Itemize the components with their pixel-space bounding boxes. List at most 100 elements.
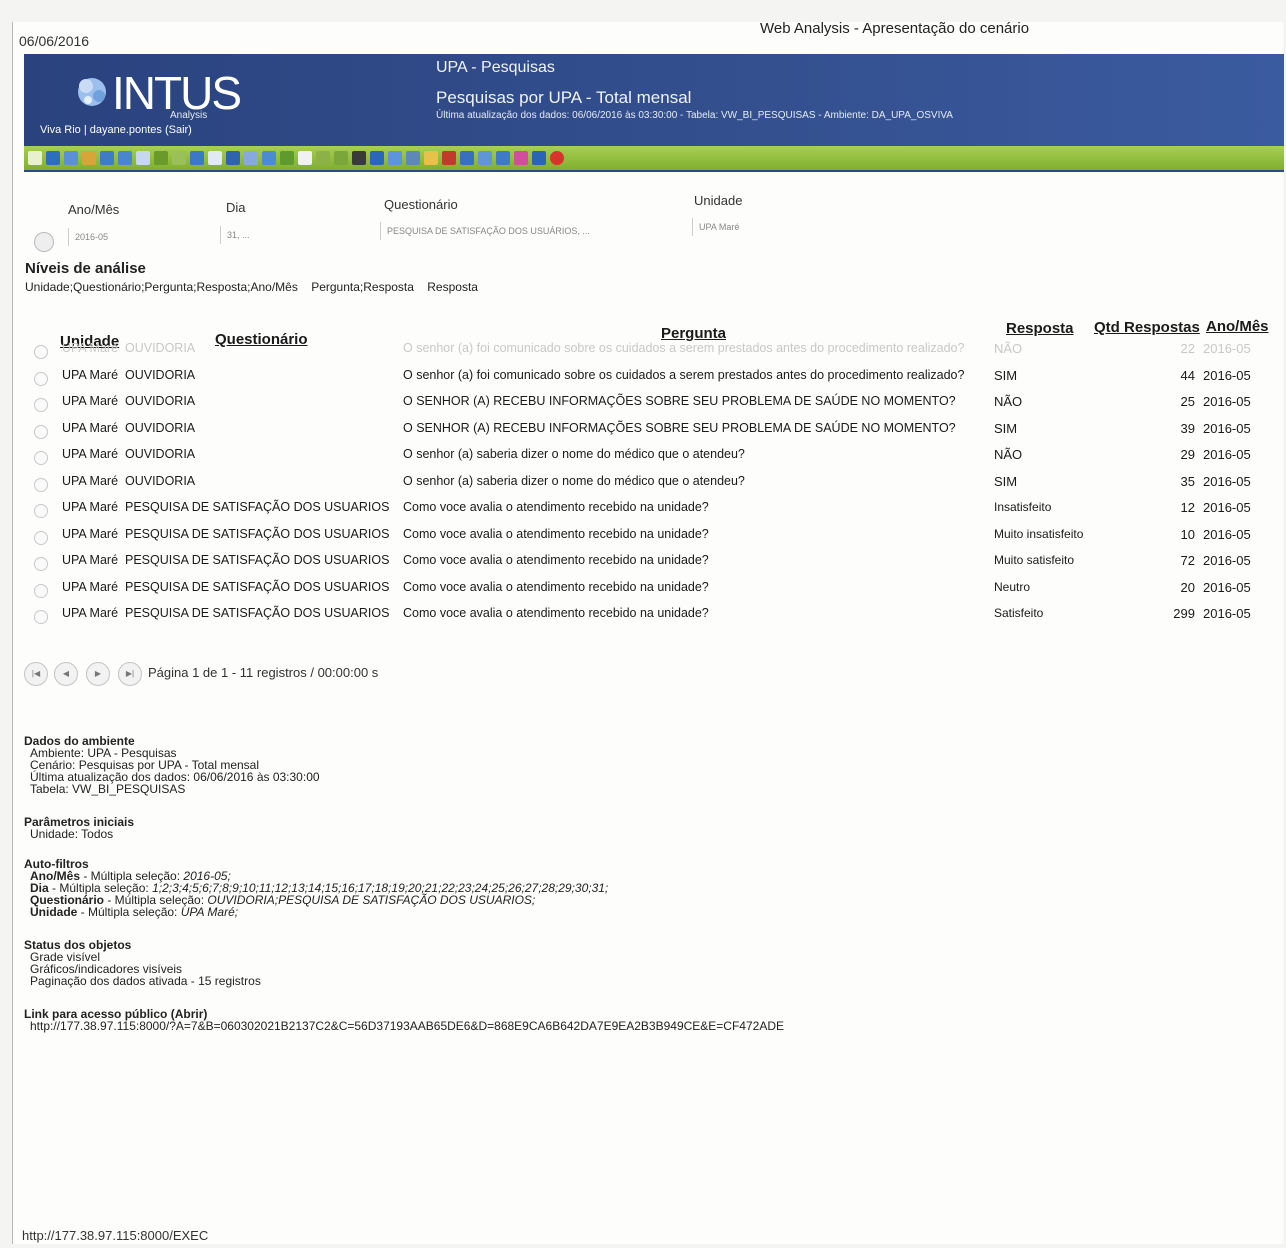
row-select-radio[interactable] — [34, 531, 48, 545]
formula-icon[interactable] — [352, 151, 366, 165]
columns-icon[interactable] — [226, 151, 240, 165]
logo-mark-icon — [78, 78, 106, 106]
previous-page-button[interactable]: ◀ — [54, 662, 78, 686]
column-header-ano-mes[interactable]: Ano/Mês — [1206, 318, 1269, 335]
cell-qtd: 299 — [1173, 606, 1195, 621]
table-row[interactable]: UPA Maré OUVIDORIA O senhor (a) foi comuni… — [34, 368, 1264, 394]
cell-unidade: UPA Maré — [62, 527, 119, 541]
save-icon[interactable] — [460, 151, 474, 165]
cell-anomes: 2016-05 — [1203, 553, 1251, 568]
globe-icon[interactable] — [406, 151, 420, 165]
cell-anomes: 2016-05 — [1203, 394, 1251, 409]
row-select-radio[interactable] — [34, 584, 48, 598]
cell-pergunta: O SENHOR (A) RECEBU INFORMAÇÕES SOBRE SE… — [403, 394, 956, 408]
table-row[interactable]: UPA Maré PESQUISA DE SATISFAÇÃO DOS USUAR… — [34, 580, 1264, 606]
filter-questionario-value[interactable]: PESQUISA DE SATISFAÇÃO DOS USUÁRIOS, ... — [380, 222, 637, 240]
auto-filters: Auto-filtros Ano/Mês - Múltipla seleção:… — [24, 858, 608, 918]
print-icon[interactable] — [496, 151, 510, 165]
pin-icon[interactable] — [442, 151, 456, 165]
calc-icon[interactable] — [280, 151, 294, 165]
row-select-radio[interactable] — [34, 557, 48, 571]
rows-icon[interactable] — [244, 151, 258, 165]
column-add-icon[interactable] — [316, 151, 330, 165]
home-icon[interactable] — [28, 151, 42, 165]
grid-edit-icon[interactable] — [118, 151, 132, 165]
environment-info: Dados do ambiente Ambiente: UPA - Pesqui… — [24, 735, 320, 795]
filter-label-questionario: Questionário — [384, 197, 458, 212]
refresh-icon[interactable] — [46, 151, 60, 165]
filter-unidade-value[interactable]: UPA Maré — [692, 218, 779, 236]
filter-ano-mes-value[interactable]: 2016-05 — [68, 228, 185, 246]
cell-resposta: Satisfeito — [994, 606, 1044, 620]
analysis-level-link[interactable]: Pergunta;Resposta — [311, 280, 414, 294]
info-icon[interactable] — [424, 151, 438, 165]
export-icon[interactable] — [478, 151, 492, 165]
column-header-resposta[interactable]: Resposta — [1006, 320, 1074, 337]
filter-dia-value[interactable]: 31, ... — [220, 226, 347, 244]
close-icon[interactable] — [550, 151, 564, 165]
row-select-radio[interactable] — [34, 372, 48, 386]
cell-unidade: UPA Maré — [62, 368, 119, 382]
funnel-icon[interactable] — [154, 151, 168, 165]
column-remove-icon[interactable] — [334, 151, 348, 165]
row-select-radio[interactable] — [34, 425, 48, 439]
cell-pergunta: Como voce avalia o atendimento recebido … — [403, 606, 709, 620]
table-row[interactable]: UPA Maré OUVIDORIA O senhor (a) saberia di… — [34, 447, 1264, 473]
share-icon[interactable] — [514, 151, 528, 165]
logo-subtitle: Analysis — [170, 110, 208, 121]
next-page-button[interactable]: ▶ — [86, 662, 110, 686]
cell-resposta: Insatisfeito — [994, 500, 1052, 514]
analysis-level-link[interactable]: Resposta — [427, 280, 478, 294]
cell-qtd: 72 — [1180, 553, 1195, 568]
analysis-level-link[interactable]: Unidade;Questionário;Pergunta;Resposta;A… — [25, 280, 298, 294]
cell-resposta: NÃO — [994, 341, 1023, 356]
table-row[interactable]: UPA Maré OUVIDORIA O senhor (a) saberia di… — [34, 474, 1264, 500]
cell-unidade: UPA Maré — [62, 500, 119, 514]
last-page-button[interactable]: ▶| — [118, 662, 142, 686]
grid-icon[interactable] — [100, 151, 114, 165]
app-header: INTUS Analysis Viva Rio | dayane.pontes … — [24, 54, 1284, 172]
table-icon[interactable] — [208, 151, 222, 165]
line-chart-icon[interactable] — [388, 151, 402, 165]
row-select-radio[interactable] — [34, 504, 48, 518]
level-icon[interactable] — [136, 151, 150, 165]
apply-filter-button[interactable] — [34, 232, 54, 252]
table-row[interactable]: UPA Maré PESQUISA DE SATISFAÇÃO DOS USUAR… — [34, 606, 1264, 632]
row-select-radio[interactable] — [34, 451, 48, 465]
user-info[interactable]: Viva Rio | dayane.pontes (Sair) — [40, 124, 192, 136]
table-row[interactable]: UPA Maré PESQUISA DE SATISFAÇÃO DOS USUAR… — [34, 500, 1264, 526]
cell-questionario: PESQUISA DE SATISFAÇÃO DOS USUARIOS — [125, 500, 390, 514]
cell-questionario: PESQUISA DE SATISFAÇÃO DOS USUARIOS — [125, 606, 390, 620]
table-row[interactable]: UPA Maré PESQUISA DE SATISFAÇÃO DOS USUAR… — [34, 527, 1264, 553]
cell-pergunta: O senhor (a) saberia dizer o nome do méd… — [403, 474, 745, 488]
bar-chart-icon[interactable] — [370, 151, 384, 165]
chart-icon[interactable] — [190, 151, 204, 165]
window-icon[interactable] — [532, 151, 546, 165]
cell-unidade: UPA Maré — [62, 447, 119, 461]
tree-icon[interactable] — [172, 151, 186, 165]
row-select-radio[interactable] — [34, 478, 48, 492]
cell-pergunta: Como voce avalia o atendimento recebido … — [403, 500, 709, 514]
cell-resposta: SIM — [994, 421, 1018, 436]
table-row[interactable]: UPA Maré OUVIDORIA O SENHOR (A) RECEBU INF… — [34, 394, 1264, 420]
key-icon[interactable] — [82, 151, 96, 165]
cell-anomes: 2016-05 — [1203, 500, 1251, 515]
filter-icon[interactable] — [64, 151, 78, 165]
table-row[interactable]: UPA Maré OUVIDORIA O senhor (a) foi comuni… — [34, 341, 1264, 367]
cell-questionario: PESQUISA DE SATISFAÇÃO DOS USUARIOS — [125, 527, 390, 541]
cell-pergunta: Como voce avalia o atendimento recebido … — [403, 553, 709, 567]
row-select-radio[interactable] — [34, 398, 48, 412]
column-header-qtd-respostas[interactable]: Qtd Respostas — [1094, 319, 1200, 336]
public-link-url[interactable]: http://177.38.97.115:8000/?A=7&B=0603020… — [24, 1020, 784, 1032]
sum-icon[interactable] — [262, 151, 276, 165]
first-page-button[interactable]: |◀ — [24, 662, 48, 686]
filter-label-unidade: Unidade — [694, 193, 743, 208]
cell-questionario: OUVIDORIA — [125, 394, 196, 408]
column-header-pergunta[interactable]: Pergunta — [661, 325, 726, 342]
row-select-radio[interactable] — [34, 345, 48, 359]
table-row[interactable]: UPA Maré PESQUISA DE SATISFAÇÃO DOS USUAR… — [34, 553, 1264, 579]
table-row[interactable]: UPA Maré OUVIDORIA O SENHOR (A) RECEBU INF… — [34, 421, 1264, 447]
row-select-radio[interactable] — [34, 610, 48, 624]
cell-unidade: UPA Maré — [62, 341, 119, 355]
layout-icon[interactable] — [298, 151, 312, 165]
